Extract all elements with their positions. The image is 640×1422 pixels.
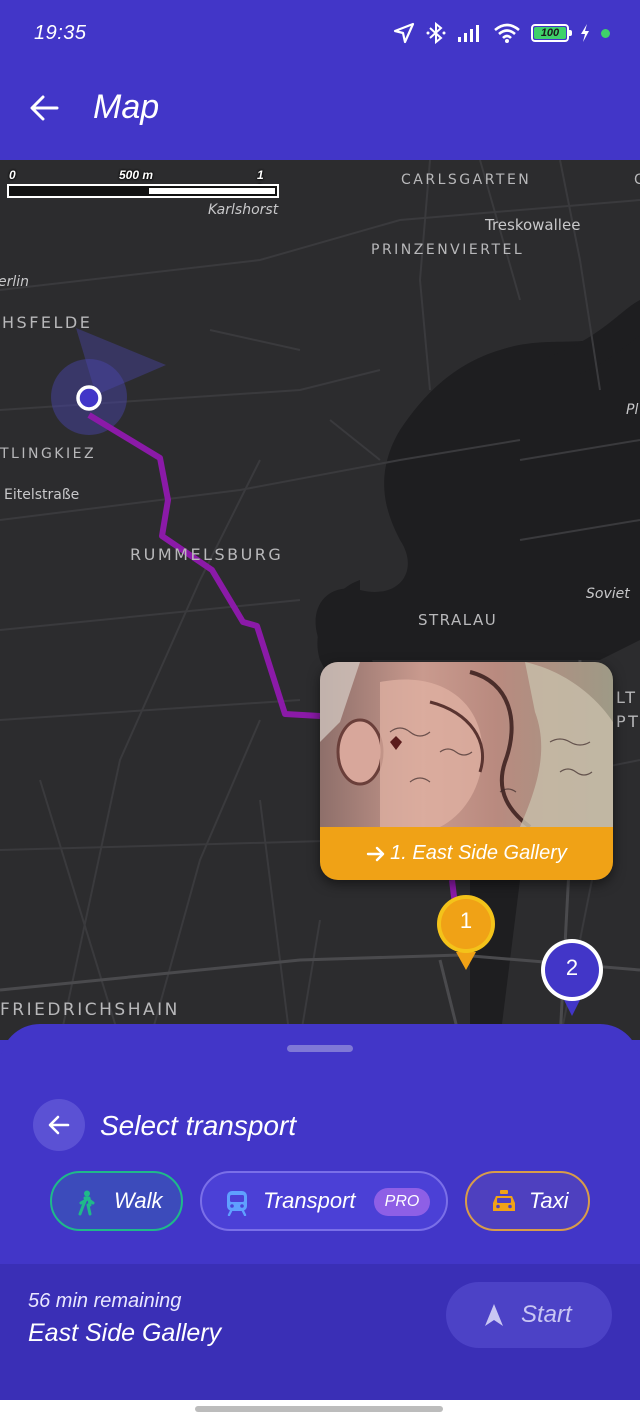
map-label: Pl — [626, 402, 639, 418]
map-label: FRIEDRICHSHAIN — [0, 1000, 180, 1020]
map-label: Soviet — [586, 586, 630, 602]
poi-image — [320, 662, 613, 827]
start-button-label: Start — [521, 1301, 572, 1328]
transport-option-label: Walk — [114, 1188, 163, 1213]
transport-option-label: Transport — [263, 1188, 356, 1213]
bluetooth-icon — [426, 21, 446, 45]
battery-level: 100 — [540, 27, 560, 39]
map-view[interactable]: Karlshorst CARLSGARTEN Treskowallee PRIN… — [0, 160, 640, 1040]
wifi-icon — [494, 23, 520, 43]
scale-label-zero: 0 — [9, 168, 16, 182]
map-label: PRINZENVIERTEL — [371, 242, 525, 258]
map-label: HSFELDE — [2, 313, 93, 332]
map-label: Eitelstraße — [4, 487, 80, 503]
walking-person-icon — [78, 1190, 95, 1216]
battery-icon: 100 — [531, 24, 572, 42]
destination-name: East Side Gallery — [28, 1319, 222, 1347]
transport-option-walk[interactable]: Walk — [50, 1171, 183, 1231]
poi-label-text: 1. East Side Gallery — [390, 842, 567, 864]
map-label: PT — [616, 712, 640, 731]
pro-badge: PRO — [374, 1188, 430, 1216]
transport-sheet: Select transport Walk Transport PRO Taxi… — [0, 1024, 640, 1422]
arrow-right-icon — [366, 846, 385, 861]
start-button[interactable]: Start — [446, 1282, 612, 1348]
privacy-indicator — [601, 28, 610, 38]
sheet-drag-handle[interactable] — [287, 1045, 353, 1052]
map-canvas — [0, 160, 640, 1040]
arrow-left-icon — [30, 95, 59, 121]
status-icons: 100 — [393, 20, 610, 46]
map-scale-bar: 0 500 m 1 km — [7, 168, 279, 198]
marker-number: 1 — [459, 908, 473, 933]
back-button[interactable] — [22, 86, 66, 130]
signal-icon — [458, 25, 479, 42]
map-label: TLINGKIEZ — [0, 446, 97, 462]
location-arrow-icon — [393, 22, 415, 44]
marker-number: 2 — [565, 955, 579, 980]
route-marker-1[interactable]: 1 — [434, 894, 498, 972]
map-label: CARLSGARTEN — [401, 172, 532, 188]
home-indicator[interactable] — [195, 1406, 443, 1412]
route-line — [87, 412, 321, 719]
taxi-icon — [493, 1190, 515, 1211]
sheet-back-button[interactable] — [33, 1099, 85, 1151]
transport-option-taxi[interactable]: Taxi — [465, 1171, 590, 1231]
charging-icon — [581, 24, 589, 42]
time-remaining: 56 min remaining — [28, 1290, 182, 1312]
sheet-title: Select transport — [100, 1110, 297, 1141]
transport-option-label: Taxi — [529, 1188, 569, 1213]
status-bar: 19:35 100 — [0, 0, 640, 68]
tram-icon — [227, 1191, 247, 1216]
map-label: RUMMELSBURG — [130, 545, 284, 564]
route-marker-2[interactable]: 2 — [540, 938, 604, 1018]
scale-label-mid: 500 m — [119, 168, 154, 182]
map-label: LT — [616, 688, 638, 707]
map-label: C — [634, 172, 640, 188]
map-label: STRALAU — [418, 611, 498, 629]
map-label: Karlshorst — [208, 202, 279, 218]
page-title: Map — [93, 88, 160, 126]
status-time: 19:35 — [34, 22, 87, 44]
transport-option-transport[interactable]: Transport PRO — [200, 1171, 448, 1231]
arrow-left-icon — [48, 1115, 70, 1135]
map-label: erlin — [0, 274, 30, 290]
map-label: Treskowallee — [485, 216, 581, 234]
navigation-footer: 56 min remaining East Side Gallery Start — [0, 1264, 640, 1400]
poi-label[interactable]: 1. East Side Gallery — [320, 827, 613, 880]
poi-card-east-side-gallery[interactable]: 1. East Side Gallery — [320, 662, 613, 880]
user-location-dot — [76, 385, 102, 411]
app-bar: Map — [0, 68, 640, 160]
navigation-arrow-icon — [485, 1304, 503, 1326]
